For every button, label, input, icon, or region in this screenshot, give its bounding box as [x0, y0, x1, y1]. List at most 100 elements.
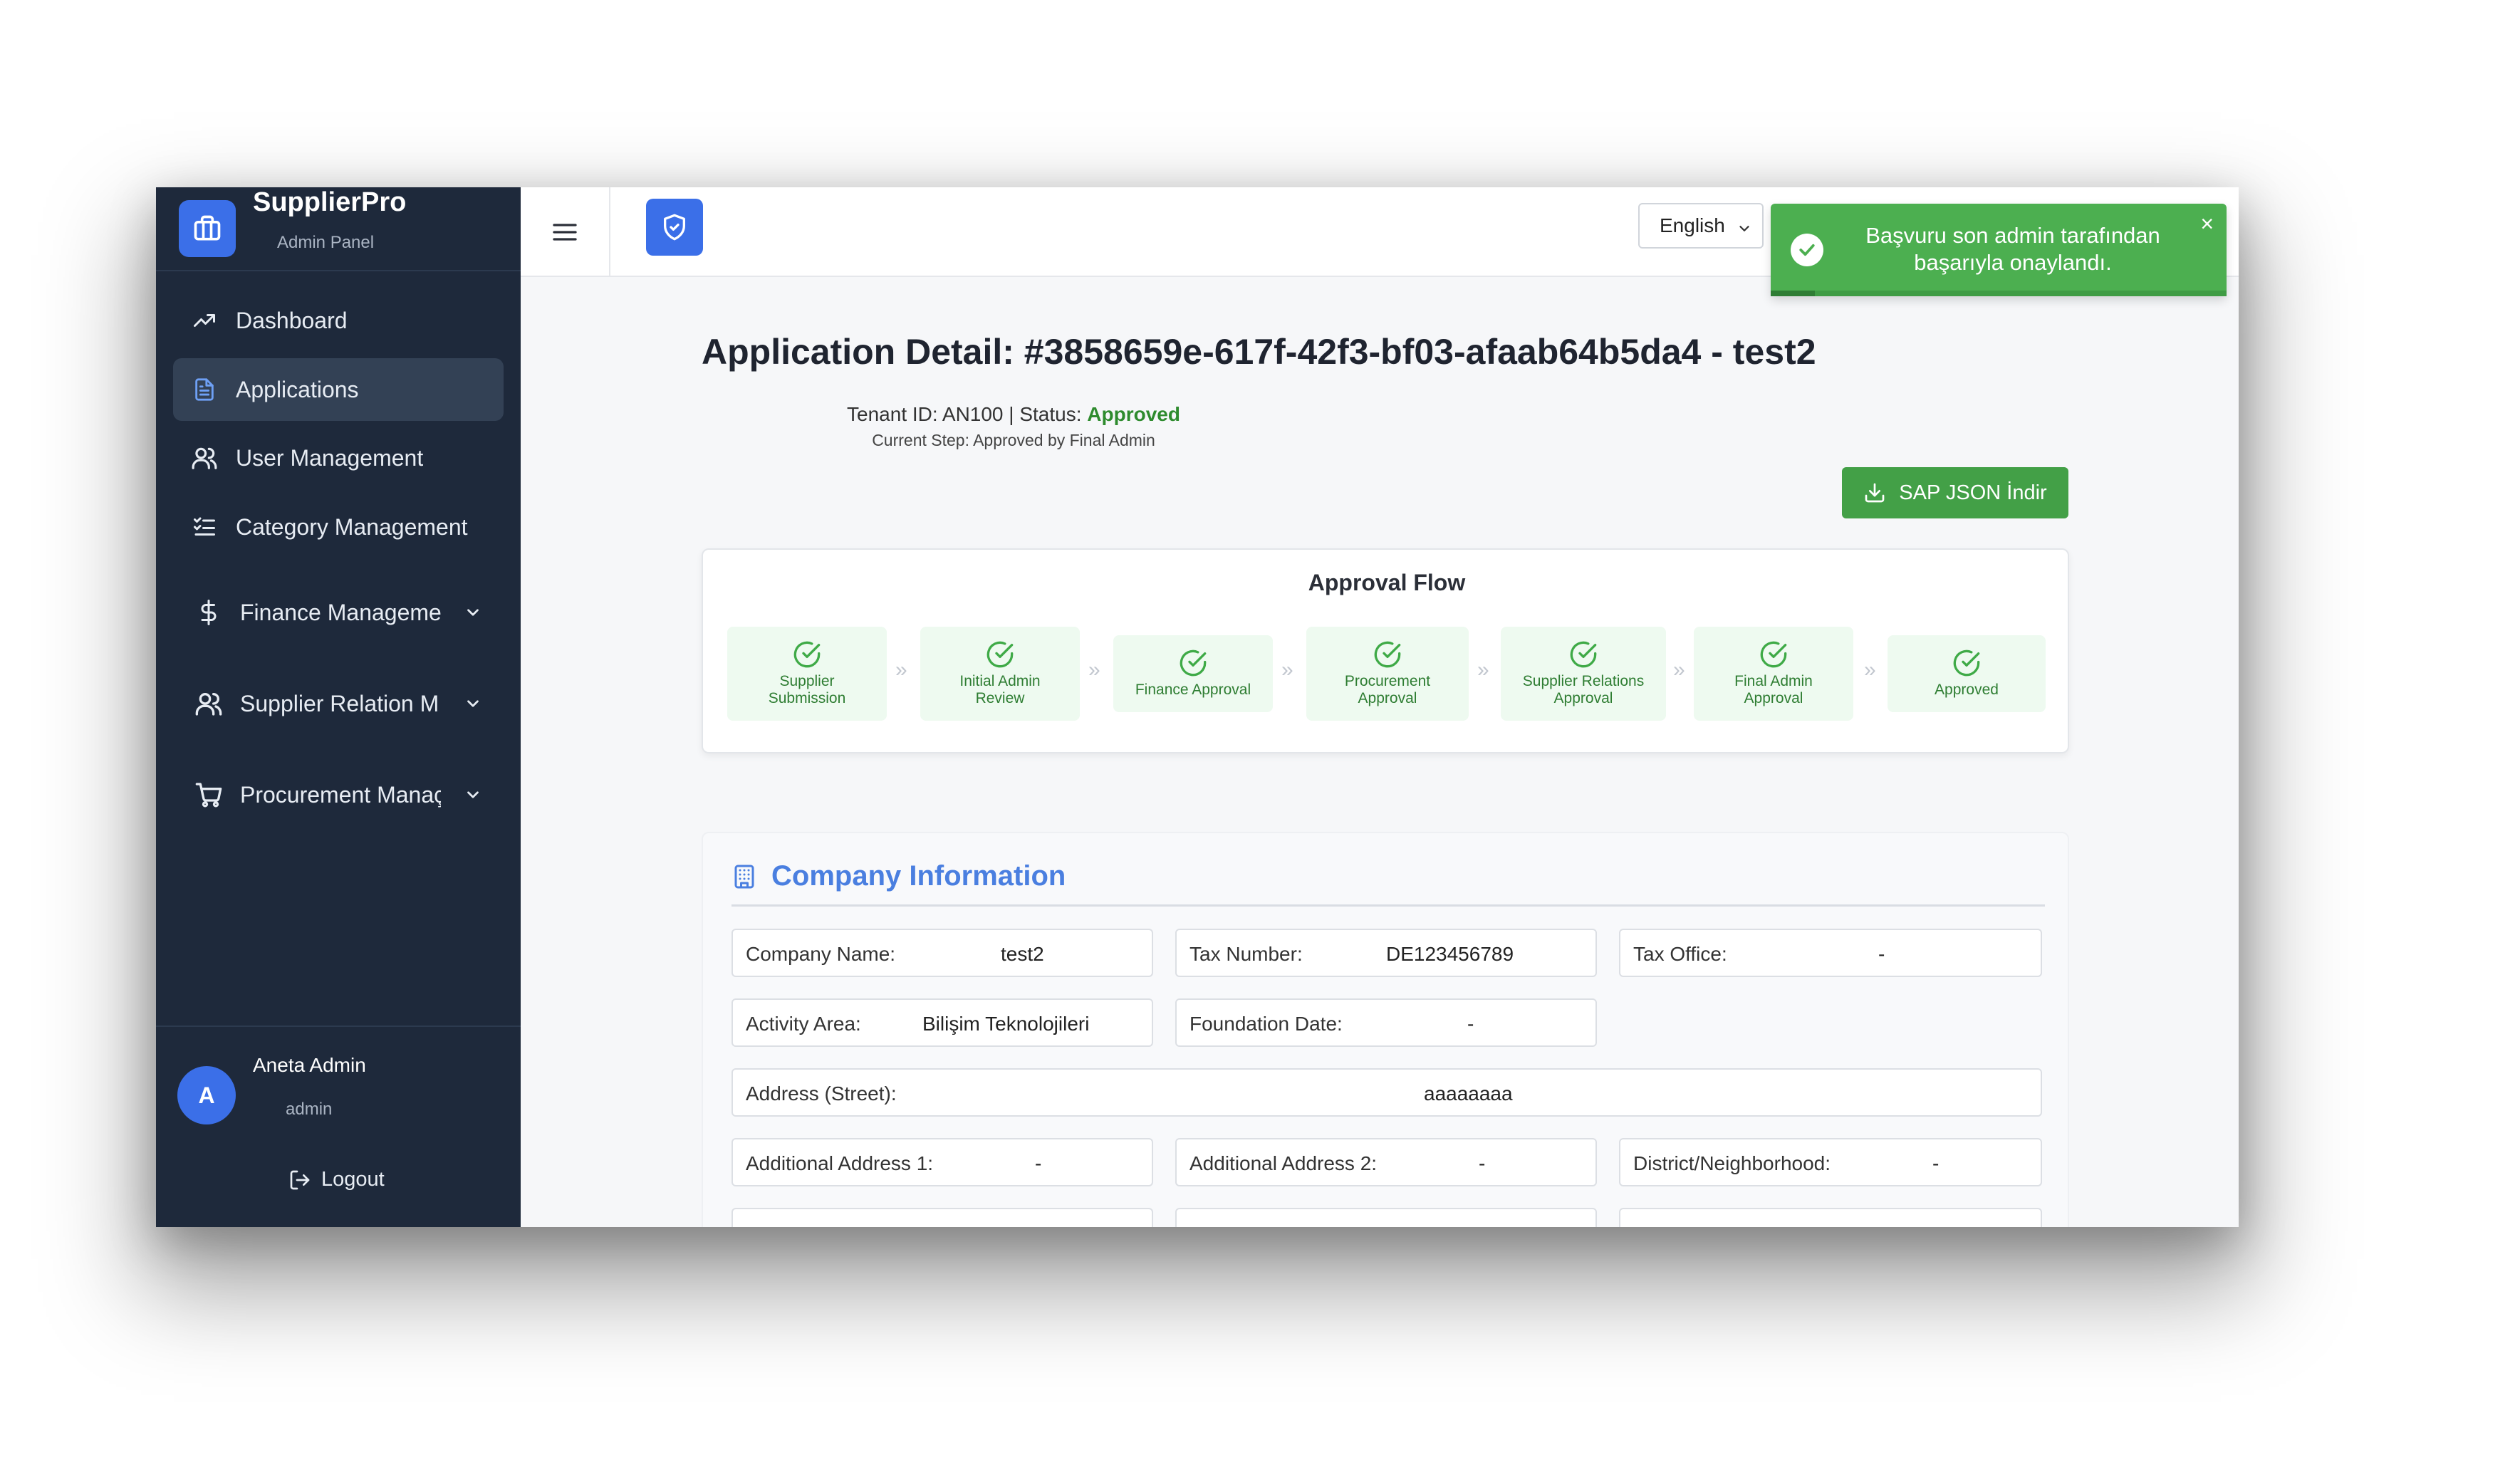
- field-value: Bilişim Teknolojileri: [922, 1013, 1090, 1035]
- check-circle-icon: [1569, 640, 1598, 669]
- user-name: Aneta Admin: [253, 1054, 366, 1076]
- flow-step-label: Procurement: [1344, 673, 1431, 689]
- check-circle-icon: [1759, 640, 1788, 669]
- field-value: -: [1035, 1152, 1042, 1174]
- flow-arrow: »: [1281, 658, 1293, 682]
- building-icon: [731, 862, 757, 891]
- logout-label: Logout: [321, 1168, 385, 1191]
- chevron-down-icon: [1737, 219, 1752, 241]
- tax-number-field: Tax Number: DE123456789: [1175, 929, 1597, 977]
- sidebar-item-applications[interactable]: Applications: [173, 358, 504, 421]
- toast-progress-track: [1771, 291, 2227, 296]
- language-select[interactable]: English: [1638, 203, 1764, 249]
- users-icon: [189, 442, 220, 474]
- check-circle-icon: [1179, 649, 1207, 677]
- flow-step-label: Approval: [1553, 690, 1613, 706]
- toast-message: Başvuru son admin tarafından başarıyla o…: [1865, 223, 2160, 275]
- company-name-field: Company Name: test2: [731, 929, 1153, 977]
- shield-button[interactable]: [646, 199, 703, 256]
- flow-step-supplier-relations-approval: Supplier Relations Approval: [1501, 627, 1666, 721]
- avatar: A: [177, 1066, 236, 1124]
- document-icon: [189, 374, 220, 405]
- company-information-title: Company Information: [771, 860, 1066, 892]
- sidebar: SupplierPro Admin Panel Dashboard Applic…: [156, 187, 521, 1227]
- success-toast: Başvuru son admin tarafından başarıyla o…: [1771, 204, 2227, 296]
- flow-arrow: »: [895, 658, 907, 682]
- sidebar-item-finance-management[interactable]: Finance Manageme: [173, 581, 504, 644]
- field-label: Additional Address 1:: [746, 1152, 934, 1174]
- toast-progress-bar: [1771, 291, 1815, 296]
- user-role: admin: [286, 1100, 333, 1119]
- app-window: SupplierPro Admin Panel Dashboard Applic…: [156, 187, 2239, 1227]
- brand-title: SupplierPro: [253, 187, 407, 217]
- sidebar-item-user-management[interactable]: User Management: [173, 427, 504, 489]
- flow-step-label: Supplier: [779, 673, 835, 689]
- flow-arrow: »: [1864, 658, 1876, 682]
- flow-step-label: Approved: [1935, 682, 1999, 698]
- tenant-status-prefix: Tenant ID: AN100 | Status:: [847, 403, 1088, 425]
- shield-check-icon: [660, 213, 689, 241]
- brand: SupplierPro Admin Panel: [156, 187, 521, 271]
- flow-step-finance-approval: Finance Approval: [1113, 635, 1273, 712]
- field-label: Additional Address 2:: [1189, 1152, 1378, 1174]
- users-icon: [193, 688, 224, 719]
- check-circle-icon: [986, 640, 1014, 669]
- field-value: aaaaaaaa: [1424, 1082, 1513, 1105]
- partial-field: [1175, 1208, 1597, 1227]
- company-information-card: Company Information Company Name: test2 …: [702, 832, 2069, 1227]
- foundation-date-field: Foundation Date: -: [1175, 998, 1597, 1047]
- field-label: Tax Office:: [1633, 943, 1727, 965]
- sap-json-download-label: SAP JSON İndir: [1899, 481, 2047, 504]
- field-label: District/Neighborhood:: [1633, 1152, 1831, 1174]
- divider: [731, 904, 2045, 907]
- cart-icon: [193, 779, 224, 810]
- partial-field: [1619, 1208, 2042, 1227]
- sap-json-download-button[interactable]: SAP JSON İndir: [1842, 467, 2068, 518]
- logout-button[interactable]: Logout: [288, 1168, 385, 1191]
- list-check-icon: [189, 511, 220, 543]
- current-step: Current Step: Approved by Final Admin: [872, 431, 1155, 449]
- sidebar-item-label: Applications: [236, 376, 359, 402]
- tax-office-field: Tax Office: -: [1619, 929, 2042, 977]
- flow-step-label: Approval: [1358, 690, 1417, 706]
- brand-subtitle: Admin Panel: [277, 233, 375, 252]
- sidebar-item-label: Finance Manageme: [240, 599, 442, 625]
- additional-address-2-field: Additional Address 2: -: [1175, 1138, 1597, 1186]
- toast-close-button[interactable]: ×: [2200, 211, 2214, 237]
- sidebar-item-label: Supplier Relation M: [240, 690, 439, 716]
- sidebar-item-supplier-relation-management[interactable]: Supplier Relation M: [173, 672, 504, 735]
- field-value: -: [1878, 943, 1885, 965]
- flow-arrow: »: [1477, 658, 1489, 682]
- check-circle-icon: [1373, 640, 1402, 669]
- additional-address-1-field: Additional Address 1: -: [731, 1138, 1153, 1186]
- field-label: Foundation Date:: [1189, 1013, 1343, 1035]
- flow-step-supplier-submission: Supplier Submission: [727, 627, 887, 721]
- flow-step-final-admin-approval: Final Admin Approval: [1694, 627, 1853, 721]
- page-title: Application Detail: #3858659e-617f-42f3-…: [702, 332, 1816, 372]
- sidebar-item-label: User Management: [236, 444, 424, 471]
- briefcase-icon: [179, 200, 236, 257]
- check-circle-icon: [793, 640, 821, 669]
- language-value: English: [1660, 214, 1725, 236]
- activity-area-field: Activity Area: Bilişim Teknolojileri: [731, 998, 1153, 1047]
- flow-step-initial-admin-review: Initial Admin Review: [920, 627, 1080, 721]
- flow-step-label: Final Admin: [1734, 673, 1813, 689]
- field-value: DE123456789: [1386, 943, 1514, 965]
- hamburger-menu-button[interactable]: [521, 187, 610, 277]
- flow-step-approved: Approved: [1888, 635, 2046, 712]
- sidebar-item-label: Category Management: [236, 513, 468, 540]
- district-neighborhood-field: District/Neighborhood: -: [1619, 1138, 2042, 1186]
- chevron-down-icon: [464, 601, 482, 627]
- sidebar-item-category-management[interactable]: Category Management: [173, 496, 504, 558]
- flow-step-procurement-approval: Procurement Approval: [1306, 627, 1469, 721]
- sidebar-item-label: Dashboard: [236, 307, 348, 333]
- flow-step-label: Submission: [768, 690, 846, 706]
- sidebar-item-dashboard[interactable]: Dashboard: [173, 289, 504, 352]
- flow-step-label: Initial Admin: [959, 673, 1041, 689]
- partial-field: [731, 1208, 1153, 1227]
- flow-step-label: Finance Approval: [1135, 682, 1251, 698]
- sidebar-item-procurement-management[interactable]: Procurement Manaç: [173, 763, 504, 826]
- field-label: Company Name:: [746, 943, 896, 965]
- field-value: -: [1479, 1152, 1486, 1174]
- flow-arrow: »: [1088, 658, 1100, 682]
